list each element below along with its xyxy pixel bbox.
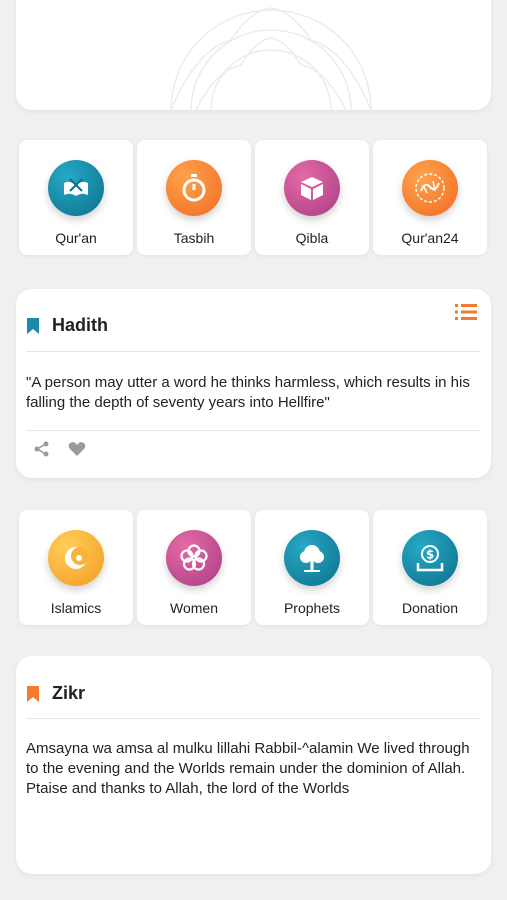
header-card	[16, 0, 491, 110]
hadith-actions	[34, 441, 86, 457]
calligraphy-icon	[402, 160, 458, 216]
tile-label: Qibla	[295, 230, 329, 246]
tile-label: Women	[170, 600, 218, 616]
divider	[26, 351, 481, 352]
tile-label: Tasbih	[173, 230, 215, 246]
tile-tasbih[interactable]: Tasbih	[137, 140, 251, 255]
flower-icon	[166, 530, 222, 586]
tile-quran[interactable]: Qur'an	[19, 140, 133, 255]
kaaba-icon	[284, 160, 340, 216]
bookmark-icon	[27, 685, 39, 702]
tile-label: Donation	[401, 600, 459, 616]
mandala-ornament-icon	[170, 7, 372, 110]
stopwatch-icon	[166, 160, 222, 216]
tile-prophets[interactable]: Prophets	[255, 510, 369, 625]
tile-label: Qur'an24	[401, 230, 459, 246]
hadith-text: "A person may utter a word he thinks har…	[26, 374, 470, 411]
hadith-header: Hadith	[26, 315, 108, 336]
hadith-card: Hadith "A person may utter a word he thi…	[16, 289, 491, 478]
heart-icon[interactable]	[68, 441, 86, 457]
zikr-card: Zikr Amsayna wa amsa al mulku lillahi Ra…	[16, 656, 491, 874]
tile-donation[interactable]: $ Donation	[373, 510, 487, 625]
tile-islamics[interactable]: Islamics	[19, 510, 133, 625]
tile-label: Prophets	[283, 600, 341, 616]
tile-label: Qur'an	[55, 230, 97, 246]
divider	[26, 430, 481, 431]
divider	[26, 718, 481, 719]
quran-book-icon	[48, 160, 104, 216]
donation-icon: $	[402, 530, 458, 586]
tree-icon	[284, 530, 340, 586]
tile-qibla[interactable]: Qibla	[255, 140, 369, 255]
share-icon[interactable]	[34, 441, 50, 457]
tile-label: Islamics	[50, 600, 102, 616]
zikr-text: Amsayna wa amsa al mulku lillahi Rabbil-…	[26, 740, 470, 797]
zikr-title: Zikr	[52, 683, 86, 703]
zikr-header: Zikr	[26, 683, 85, 704]
list-icon[interactable]	[455, 303, 477, 326]
svg-text:$: $	[426, 548, 434, 562]
crescent-icon	[48, 530, 104, 586]
bookmark-icon	[27, 317, 39, 334]
feature-grid-bottom: Islamics Women Prophets $ Donation	[19, 510, 489, 625]
tile-women[interactable]: Women	[137, 510, 251, 625]
hadith-title: Hadith	[52, 315, 108, 335]
tile-quran24[interactable]: Qur'an24	[373, 140, 487, 255]
feature-grid-top: Qur'an Tasbih Qibla Qur'an24	[19, 140, 489, 255]
